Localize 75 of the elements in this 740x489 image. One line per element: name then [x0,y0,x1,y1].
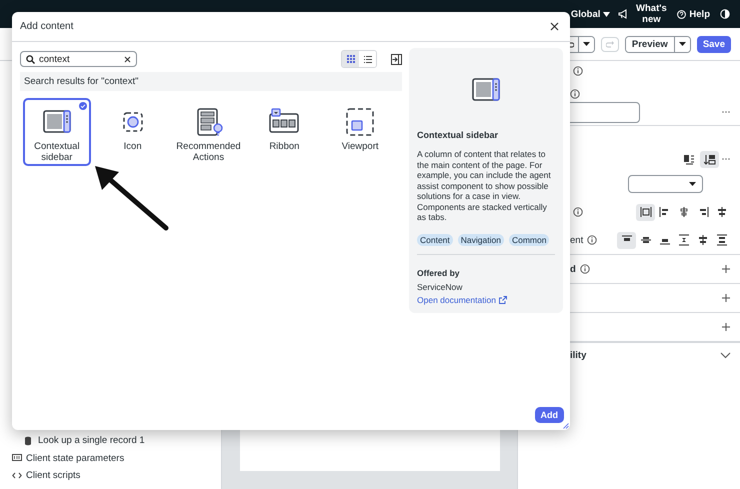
clear-icon [124,56,131,62]
align-option[interactable] [617,232,636,248]
list-icon [364,55,372,63]
tree-item[interactable]: Client state parameters [0,450,221,467]
expand-icon[interactable] [721,322,731,332]
info-icon [580,264,590,274]
check-icon [78,102,87,110]
tag: Content [417,234,453,246]
results-heading: Search results for "context" [20,72,402,91]
expand-icon[interactable] [721,264,731,274]
more-icon[interactable] [721,109,731,115]
toggle-panel-button[interactable] [391,54,402,64]
caret-icon [603,12,610,16]
caret-icon [689,182,696,186]
scope-picker[interactable]: Global [570,8,610,20]
documentation-link[interactable]: Open documentation [417,294,555,304]
align-icon [716,234,728,246]
tree-item[interactable]: Client scripts [0,467,221,484]
close-button[interactable] [548,20,561,33]
layout-icon [704,154,716,164]
section-title: d [570,264,576,274]
more-icon[interactable] [721,156,731,162]
align-icon [658,206,670,218]
align-icon [640,206,652,218]
viewport-frame-icon [344,106,376,138]
help-link[interactable]: Help [677,8,710,20]
component-description: A column of content that relates to the main content of the page. For example, you can include the agent assist component to show possible solutions for a case in view. Components are stacked vertically as tabs. [417,149,552,222]
info-icon [573,66,583,76]
component-tile[interactable]: Contextual sidebar [23,98,91,166]
dialog-title: Add content [20,21,74,32]
search-icon [26,54,35,64]
tree-item[interactable]: Look up a single record 1 [0,432,221,450]
info-icon [570,89,580,99]
layout-icon [682,154,694,164]
align-icon [640,234,652,246]
parameters-icon [12,453,22,464]
tag: Navigation [458,234,504,246]
external-link-icon [498,296,507,304]
info-icon [587,235,598,245]
database-icon [24,436,34,446]
field-label: ent [570,234,584,246]
redo-icon [606,40,614,48]
search-field[interactable]: context [20,51,137,67]
dropdown-field[interactable] [628,175,703,193]
whats-new-link[interactable]: What's new [632,3,670,25]
align-icon [678,206,690,218]
close-icon [550,22,559,31]
caret-icon [678,42,686,46]
align-option[interactable] [636,204,655,220]
offered-by-label: Offered by [417,268,461,278]
align-icon [716,206,728,218]
component-title: Contextual sidebar [417,130,500,140]
grid-icon [346,55,354,63]
clear-button[interactable] [124,56,131,62]
layout-option[interactable] [700,150,719,168]
grid-view-button[interactable] [342,51,359,67]
code-icon [12,470,22,481]
info-icon [573,207,583,217]
expand-icon[interactable] [721,293,731,303]
preview-button[interactable]: Preview [626,36,675,52]
section-header[interactable]: d [518,255,740,283]
megaphone-icon[interactable] [618,9,630,19]
caret-icon [582,42,590,46]
section-title: ility [570,350,586,360]
add-button[interactable]: Add [534,407,564,423]
panel-icon [391,54,402,64]
vendor-name: ServiceNow [417,282,464,292]
align-icon [678,234,690,246]
help-icon [677,10,686,18]
tag: Common [508,234,550,246]
resize-handle-icon[interactable] [563,423,569,429]
contrast-icon[interactable] [720,9,730,19]
align-icon [696,234,708,246]
chevron-icon[interactable] [720,352,731,358]
save-button[interactable]: Save [696,36,731,52]
